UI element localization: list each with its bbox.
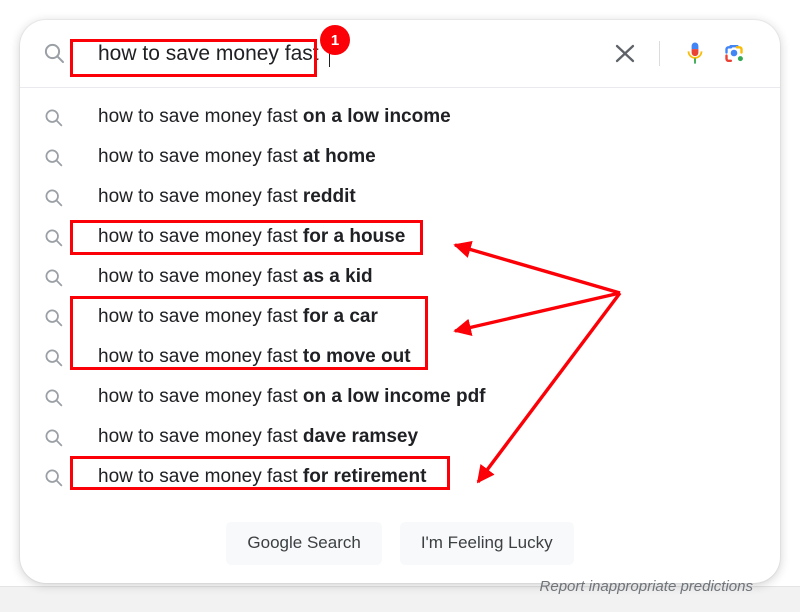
- google-search-button[interactable]: Google Search: [226, 521, 382, 565]
- report-inappropriate-predictions-link[interactable]: Report inappropriate predictions: [540, 578, 753, 595]
- search-icon: [43, 187, 64, 208]
- microphone-icon[interactable]: [679, 38, 711, 69]
- suggestion-prefix: how to save money fast: [98, 426, 303, 447]
- suggestion-item[interactable]: how to save money fast to move out: [20, 336, 780, 376]
- suggestion-text: how to save money fast to move out: [98, 345, 411, 368]
- search-icon: [42, 41, 66, 65]
- suggestion-completion: dave ramsey: [302, 426, 419, 447]
- suggestion-text: how to save money fast dave ramsey: [98, 425, 418, 448]
- suggestion-text: how to save money fast for retirement: [98, 465, 426, 488]
- search-icon: [43, 107, 64, 128]
- suggestion-completion: to move out: [302, 346, 411, 367]
- search-suggestions-card: how to save money fast how to save money…: [20, 20, 780, 595]
- suggestion-prefix: how to save money fast: [98, 466, 303, 487]
- search-icon: [43, 307, 64, 328]
- suggestion-item[interactable]: how to save money fast as a kid: [20, 256, 780, 296]
- action-buttons: Google Search I'm Feeling Lucky: [20, 518, 780, 568]
- suggestion-completion: on a low income: [302, 106, 451, 127]
- suggestion-item[interactable]: how to save money fast reddit: [20, 176, 780, 216]
- suggestion-prefix: how to save money fast: [98, 386, 303, 407]
- suggestion-text: how to save money fast at home: [98, 145, 376, 168]
- suggestion-completion: on a low income pdf: [302, 386, 486, 407]
- suggestion-completion: reddit: [302, 186, 356, 207]
- suggestion-completion: for a house: [302, 226, 406, 247]
- search-icon: [43, 387, 64, 408]
- search-input-value: how to save money fast: [98, 42, 319, 65]
- search-icon: [43, 467, 64, 488]
- close-icon[interactable]: [608, 38, 642, 68]
- suggestion-completion: for retirement: [302, 466, 427, 487]
- suggestion-prefix: how to save money fast: [98, 226, 303, 247]
- text-cursor: [329, 42, 330, 67]
- icon-divider: [659, 41, 660, 66]
- suggestion-prefix: how to save money fast: [98, 106, 303, 127]
- search-icon: [43, 267, 64, 288]
- suggestion-text: how to save money fast on a low income: [98, 105, 451, 128]
- suggestion-text: how to save money fast on a low income p…: [98, 385, 486, 408]
- suggestion-text: how to save money fast reddit: [98, 185, 356, 208]
- suggestion-completion: at home: [302, 146, 376, 167]
- search-icon: [43, 227, 64, 248]
- search-icon: [43, 347, 64, 368]
- im-feeling-lucky-button[interactable]: I'm Feeling Lucky: [399, 521, 574, 565]
- suggestion-prefix: how to save money fast: [98, 186, 303, 207]
- suggestion-item[interactable]: how to save money fast for a house: [20, 216, 780, 256]
- google-search-suggestions-screenshot: g Business How Search works Privacy Term…: [0, 0, 800, 612]
- suggestion-item[interactable]: how to save money fast on a low income: [20, 96, 780, 136]
- suggestion-text: how to save money fast for a house: [98, 225, 405, 248]
- suggestion-completion: as a kid: [302, 266, 373, 287]
- suggestion-prefix: how to save money fast: [98, 146, 303, 167]
- suggestion-item[interactable]: how to save money fast on a low income p…: [20, 376, 780, 416]
- suggestion-prefix: how to save money fast: [98, 266, 303, 287]
- google-lens-icon[interactable]: [718, 38, 750, 69]
- search-bar-divider: [20, 87, 780, 88]
- suggestion-list: how to save money fast on a low income ho…: [20, 96, 780, 496]
- search-icon: [43, 427, 64, 448]
- suggestion-item[interactable]: how to save money fast dave ramsey: [20, 416, 780, 456]
- search-icon: [43, 147, 64, 168]
- suggestion-prefix: how to save money fast: [98, 346, 303, 367]
- suggestion-item[interactable]: how to save money fast for retirement: [20, 456, 780, 496]
- suggestion-prefix: how to save money fast: [98, 306, 303, 327]
- suggestion-text: how to save money fast as a kid: [98, 265, 373, 288]
- search-bar: how to save money fast: [20, 20, 780, 86]
- suggestion-item[interactable]: how to save money fast for a car: [20, 296, 780, 336]
- suggestion-completion: for a car: [302, 306, 378, 327]
- suggestion-item[interactable]: how to save money fast at home: [20, 136, 780, 176]
- search-input[interactable]: how to save money fast: [86, 37, 586, 70]
- suggestion-text: how to save money fast for a car: [98, 305, 378, 328]
